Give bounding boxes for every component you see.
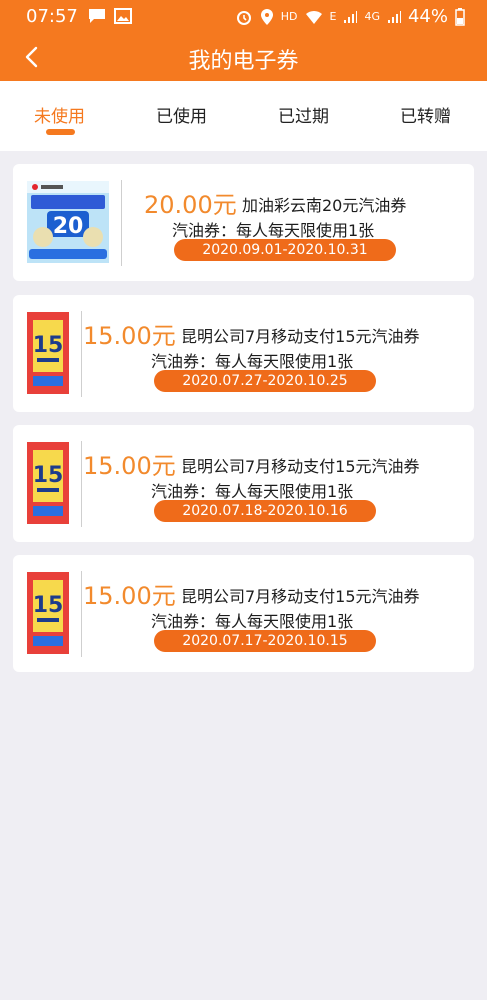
card-divider — [121, 180, 122, 266]
status-time: 07:57 — [26, 6, 78, 27]
status-right: HD E 4G 44% — [235, 6, 465, 27]
coupon-name: 昆明公司7月移动支付15元汽油券 — [181, 587, 420, 606]
coupon-price: 15.00元 — [83, 452, 176, 480]
network-type-1: E — [329, 10, 337, 23]
coupon-name: 昆明公司7月移动支付15元汽油券 — [181, 327, 420, 346]
svg-text:15: 15 — [33, 593, 64, 618]
card-divider — [81, 441, 82, 527]
coupon-validity: 2020.07.27-2020.10.25 — [154, 370, 376, 392]
image-icon — [114, 8, 132, 24]
coupon-thumbnail-image: 15 — [27, 572, 69, 654]
notification-icons — [88, 8, 132, 24]
alarm-icon — [236, 10, 251, 25]
message-icon — [89, 9, 105, 23]
coupon-rule: 汽油券：每人每天限使用1张 — [172, 221, 375, 240]
coupon-thumbnail-image: 15 — [27, 442, 69, 524]
coupon-validity: 2020.09.01-2020.10.31 — [174, 239, 396, 261]
coupon-card[interactable]: 15 15.00元 昆明公司7月移动支付15元汽油券 汽油券：每人每天限使用1张… — [13, 295, 474, 412]
wifi-icon — [305, 10, 322, 24]
coupon-price: 20.00元 — [144, 191, 237, 219]
battery-percent: 44% — [407, 6, 448, 27]
card-divider — [81, 571, 82, 657]
tab-bar: 未使用 已使用 已过期 已转赠 — [0, 81, 487, 151]
app-bar: 我的电子券 — [0, 34, 487, 81]
coupon-card[interactable]: 15 15.00元 昆明公司7月移动支付15元汽油券 汽油券：每人每天限使用1张… — [13, 555, 474, 672]
coupon-price: 15.00元 — [83, 582, 176, 610]
svg-text:15: 15 — [33, 463, 64, 488]
location-icon — [260, 8, 273, 25]
coupon-name: 加油彩云南20元汽油券 — [242, 196, 407, 215]
coupon-thumbnail-image: 15 — [27, 312, 69, 394]
tab-used[interactable]: 已使用 — [156, 102, 207, 127]
coupon-card[interactable]: 15 15.00元 昆明公司7月移动支付15元汽油券 汽油券：每人每天限使用1张… — [13, 425, 474, 542]
coupon-validity: 2020.07.18-2020.10.16 — [154, 500, 376, 522]
coupon-validity: 2020.07.17-2020.10.15 — [154, 630, 376, 652]
hd-label: HD — [280, 10, 298, 23]
active-tab-indicator — [46, 129, 75, 135]
page-title: 我的电子券 — [188, 49, 299, 74]
coupon-rule: 汽油券：每人每天限使用1张 — [151, 612, 354, 631]
coupon-rule: 汽油券：每人每天限使用1张 — [151, 482, 354, 501]
coupon-card[interactable]: 20 20.00元 加油彩云南20元汽油券 汽油券：每人每天限使用1张 2020… — [13, 164, 474, 281]
coupon-rule: 汽油券：每人每天限使用1张 — [151, 352, 354, 371]
coupon-thumbnail-image: 20 — [27, 181, 109, 263]
status-bar: 07:57 HD E 4G 44% — [0, 0, 487, 34]
tab-expired[interactable]: 已过期 — [278, 102, 329, 127]
card-divider — [81, 311, 82, 397]
coupon-price: 15.00元 — [83, 322, 176, 350]
svg-text:15: 15 — [33, 333, 64, 358]
signal-icon-1 — [344, 10, 358, 23]
svg-text:20: 20 — [53, 214, 84, 239]
tab-transferred[interactable]: 已转赠 — [400, 102, 451, 127]
battery-icon — [455, 7, 465, 26]
signal-icon-2 — [387, 10, 401, 23]
network-type-2: 4G — [364, 10, 380, 23]
coupon-name: 昆明公司7月移动支付15元汽油券 — [181, 457, 420, 476]
tab-unused[interactable]: 未使用 — [34, 102, 85, 127]
